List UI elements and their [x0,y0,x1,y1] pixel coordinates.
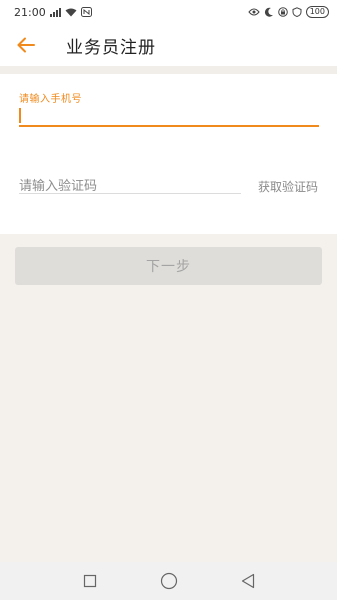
screen: 21:00 100 业务员注册 请输入手机号 请输入验证码 获取验证码 下一步 [0,0,337,600]
signal-icon [49,7,61,17]
text-cursor [19,108,21,123]
home-icon [160,572,177,590]
get-code-button[interactable]: 获取验证码 [258,178,318,195]
page-title: 业务员注册 [66,37,156,58]
status-left: 21:00 [14,6,92,19]
system-nav-bar [0,562,337,600]
moon-icon [264,7,274,17]
phone-field-label: 请输入手机号 [19,94,82,105]
status-bar: 21:00 100 [0,0,337,24]
eye-comfort-icon [248,7,260,17]
recent-apps-icon [83,574,96,588]
section-divider [0,66,337,74]
wifi-icon [65,8,77,17]
home-button[interactable] [149,566,189,596]
alarm-icon [292,7,302,17]
battery-indicator: 100 [305,6,329,18]
back-triangle-icon [241,573,254,589]
app-bar: 业务员注册 [0,24,337,66]
status-right: 100 [248,6,329,18]
nfc-icon [80,7,92,17]
registration-form: 请输入手机号 获取验证码 [0,74,337,234]
system-back-button[interactable] [228,566,268,596]
phone-input-underline [19,125,319,127]
next-step-button[interactable]: 下一步 [15,247,322,285]
recent-apps-button[interactable] [70,566,110,596]
back-arrow-icon [17,37,35,53]
phone-input[interactable] [19,106,319,126]
lock-icon [277,7,288,17]
code-input-underline [19,193,241,194]
back-button[interactable] [0,24,52,66]
status-time: 21:00 [14,5,46,19]
